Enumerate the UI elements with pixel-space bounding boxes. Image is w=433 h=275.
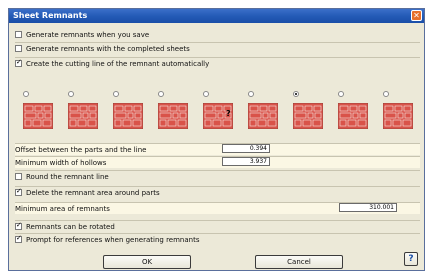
remnant-pattern-option[interactable]: [21, 91, 57, 137]
checkbox-delete-area[interactable]: [15, 187, 22, 196]
dialog-title: Sheet Remnants: [13, 11, 88, 20]
remnant-pattern-option[interactable]: [291, 91, 327, 137]
checkbox-round-line[interactable]: [15, 173, 22, 180]
remnant-pattern-8-icon: [338, 103, 368, 129]
sheet-remnants-dialog: Sheet Remnants ✕ Generate remnants when …: [8, 8, 425, 271]
checkbox-can-rotate[interactable]: [15, 221, 22, 230]
option-label: Generate remnants with the completed she…: [26, 44, 190, 53]
help-icon[interactable]: ?: [404, 252, 418, 266]
option-create-cutting-line[interactable]: Create the cutting line of the remnant a…: [15, 57, 420, 69]
remnant-pattern-selector: ?: [21, 91, 421, 139]
remnant-pattern-1-icon: [23, 103, 53, 129]
pattern-radio[interactable]: [158, 91, 164, 97]
remnant-pattern-7-icon: [293, 103, 323, 129]
title-bar[interactable]: Sheet Remnants ✕: [9, 9, 424, 23]
option-generate-with-sheets[interactable]: Generate remnants with the completed she…: [15, 42, 420, 54]
remnant-pattern-option[interactable]: [66, 91, 102, 137]
pattern-radio[interactable]: [383, 91, 389, 97]
pattern-radio[interactable]: [203, 91, 209, 97]
offset-label: Offset between the parts and the line: [15, 145, 147, 154]
option-delete-area[interactable]: Delete the remnant area around parts: [15, 186, 420, 198]
remnant-pattern-3-icon: [113, 103, 143, 129]
remnant-pattern-option[interactable]: [246, 91, 282, 137]
pattern-radio[interactable]: [248, 91, 254, 97]
checkbox-generate-with-sheets[interactable]: [15, 45, 22, 52]
remnant-pattern-option[interactable]: [111, 91, 147, 137]
checkbox-create-cutting-line[interactable]: [15, 58, 22, 67]
option-label: Round the remnant line: [26, 172, 109, 181]
pattern-radio[interactable]: [23, 91, 29, 97]
option-label: Delete the remnant area around parts: [26, 188, 160, 197]
remnant-pattern-6-icon: [248, 103, 278, 129]
remnant-pattern-9-icon: [383, 103, 413, 129]
option-label: Generate remnants when you save: [26, 30, 150, 39]
option-label: Create the cutting line of the remnant a…: [26, 59, 210, 68]
cancel-button[interactable]: Cancel: [255, 255, 343, 269]
option-generate-when-save[interactable]: Generate remnants when you save: [15, 29, 420, 40]
min-width-row: Minimum width of hollows: [15, 156, 420, 168]
option-label: Remnants can be rotated: [26, 222, 115, 231]
pattern-radio[interactable]: [68, 91, 74, 97]
pattern-radio[interactable]: [338, 91, 344, 97]
remnant-pattern-option[interactable]: [381, 91, 417, 137]
offset-row: Offset between the parts and the line: [15, 143, 420, 155]
option-can-rotate[interactable]: Remnants can be rotated: [15, 220, 420, 232]
remnant-pattern-4-icon: [158, 103, 188, 129]
question-mark-icon: ?: [226, 109, 231, 118]
min-width-input[interactable]: [222, 157, 270, 166]
min-area-label: Minimum area of remnants: [15, 204, 110, 213]
min-area-input[interactable]: [339, 203, 397, 212]
remnant-pattern-2-icon: [68, 103, 98, 129]
offset-input[interactable]: [222, 144, 270, 153]
remnant-pattern-option[interactable]: [336, 91, 372, 137]
min-width-label: Minimum width of hollows: [15, 158, 107, 167]
ok-button[interactable]: OK: [103, 255, 191, 269]
checkbox-generate-when-save[interactable]: [15, 31, 22, 38]
checkbox-prompt-references[interactable]: [15, 234, 22, 243]
option-label: Prompt for references when generating re…: [26, 235, 200, 244]
option-prompt-references[interactable]: Prompt for references when generating re…: [15, 233, 420, 245]
remnant-pattern-option[interactable]: ?: [201, 91, 237, 137]
option-round-line[interactable]: Round the remnant line: [15, 170, 420, 182]
close-icon[interactable]: ✕: [411, 10, 422, 21]
remnant-pattern-option[interactable]: [156, 91, 192, 137]
pattern-radio[interactable]: [113, 91, 119, 97]
pattern-radio[interactable]: [293, 91, 299, 97]
